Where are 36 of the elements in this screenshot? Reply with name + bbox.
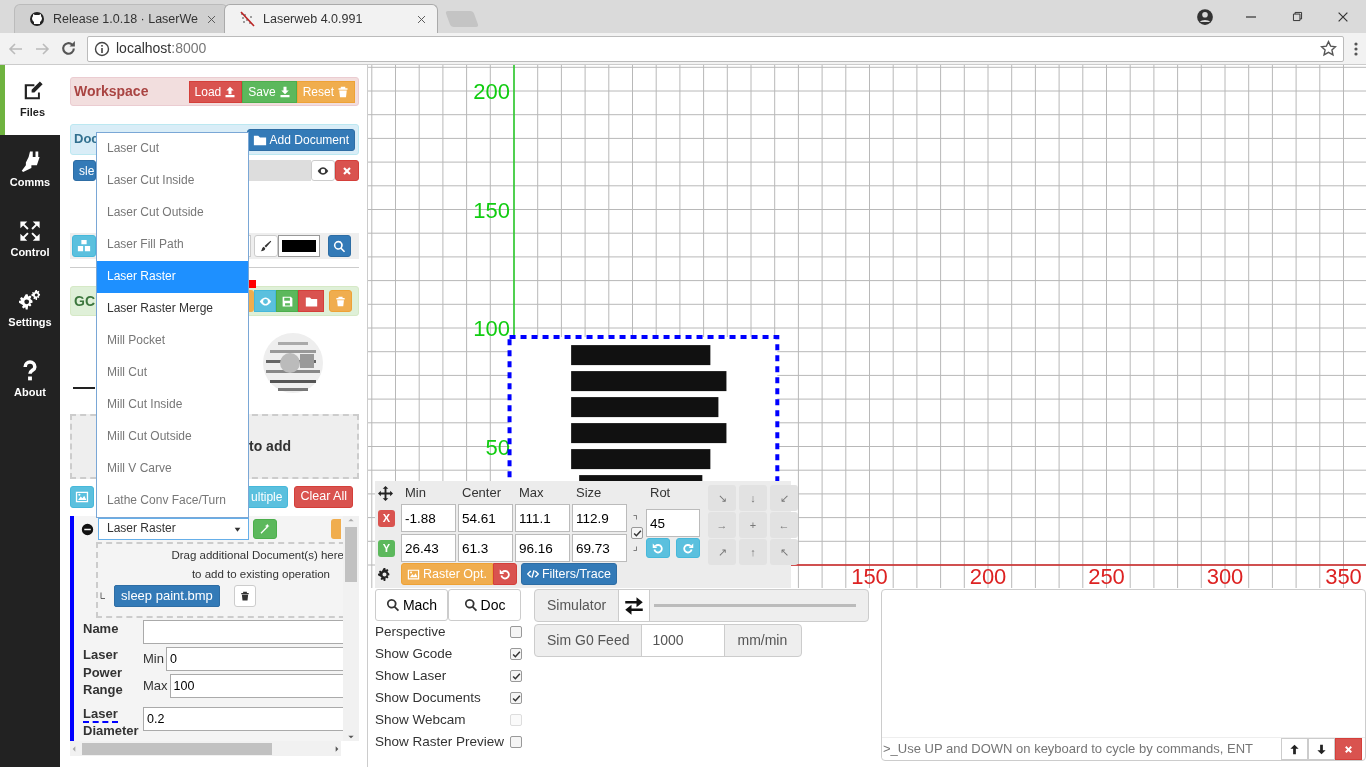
axis-label: 200 — [969, 564, 1007, 588]
drop-hint: Drag additional Document(s) here — [170, 548, 343, 563]
option-label: Show Webcam — [375, 711, 466, 729]
panel-title: Workspace — [74, 82, 149, 101]
axis-label: 300 — [1206, 564, 1244, 588]
option-label: Perspective — [375, 623, 446, 641]
url-text: localhost:8000 — [116, 39, 207, 58]
column-header: Center — [461, 484, 503, 502]
field-label: Laser Diameter — [83, 704, 140, 740]
axis-label: 350 — [1325, 564, 1362, 588]
option-label: Show Laser — [375, 667, 447, 685]
axis-label: 150 — [473, 197, 510, 223]
field-label: Name — [83, 620, 120, 638]
column-header: Rot — [649, 484, 672, 502]
drop-zone-text: to add — [249, 437, 291, 456]
axis-label: 50 — [485, 434, 510, 460]
axis-label: 100 — [473, 316, 510, 341]
axis-label: 200 — [473, 79, 510, 104]
field-label: Sim G0 Feed — [546, 631, 631, 651]
column-header: Min — [404, 484, 427, 502]
field-label: Min — [143, 650, 164, 668]
field-label: Max — [143, 677, 168, 695]
option-label: Show Raster Preview — [375, 733, 505, 751]
axis-label: 150 — [851, 564, 888, 588]
column-header: Max — [518, 484, 545, 502]
axis-badge: X — [378, 509, 395, 527]
column-header: Size — [575, 484, 603, 502]
option-label: Show Gcode — [375, 645, 453, 663]
field-label: Laser Power Range — [83, 646, 124, 699]
simulator-label: Simulator — [546, 596, 608, 616]
drop-hint: to add to existing operation — [190, 566, 331, 582]
axis-label: 250 — [1088, 564, 1125, 588]
panel-title: GC — [74, 291, 95, 311]
axis-badge: Y — [378, 539, 395, 557]
option-label: Show Documents — [375, 689, 481, 707]
unit-label: mm/min — [736, 631, 789, 651]
